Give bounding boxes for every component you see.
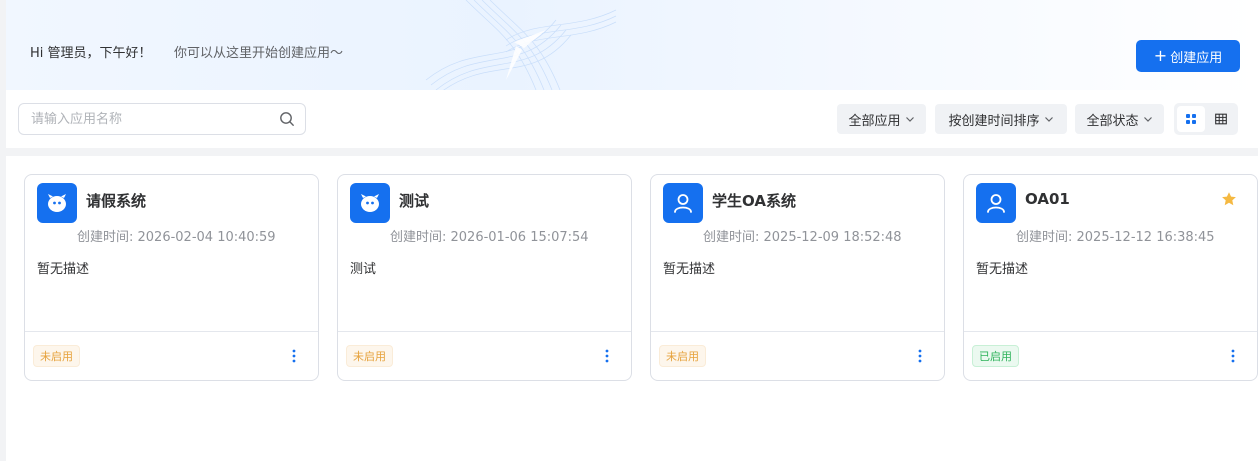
card-title[interactable]: 测试 <box>399 190 429 211</box>
app-icon <box>37 183 77 223</box>
card-created-time: 创建时间: 2025-12-09 18:52:48 <box>703 230 902 245</box>
app-card[interactable]: 请假系统创建时间: 2026-02-04 10:40:59 暂无描述未启用 <box>24 174 319 381</box>
card-title[interactable]: 学生OA系统 <box>712 190 796 211</box>
card-title[interactable]: OA01 <box>1025 190 1070 208</box>
search-input[interactable] <box>31 110 271 128</box>
card-divider <box>25 331 318 332</box>
card-created-time: 创建时间: 2025-12-12 16:38:45 <box>1016 230 1215 245</box>
status-badge: 未启用 <box>33 345 80 367</box>
chevron-down-icon <box>1143 117 1152 122</box>
card-divider <box>651 331 944 332</box>
view-toggle <box>1174 103 1238 135</box>
app-card-list: 请假系统 创建时间: 2026-02-04 10:40:59 暂无描述 未启用 测试 创建… <box>6 156 1258 461</box>
card-description: 测试 <box>350 262 377 277</box>
app-card[interactable]: 测试 创建时间: 2026-01-06 15:07:54 测试 未启用 <box>337 174 632 381</box>
banner-subtitle: 你可以从这里开始创建应用～ <box>174 46 344 61</box>
card-created-time: 创建时间: 2026-02-04 10:40:59 <box>77 230 276 245</box>
card-description: 暂无描述 <box>976 262 1029 277</box>
card-divider <box>338 331 631 332</box>
card-view-button[interactable] <box>1177 106 1205 132</box>
welcome-banner: Hi 管理员，下午好！ 你可以从这里开始创建应用～ + 创建应用 <box>6 0 1258 90</box>
banner-decoration <box>425 0 617 90</box>
app-icon <box>350 183 390 223</box>
status-badge: 已启用 <box>972 345 1019 367</box>
filter-app-type[interactable]: 全部应用 <box>837 104 926 134</box>
status-badge: 未启用 <box>346 345 393 367</box>
greeting-text: Hi 管理员，下午好！ <box>30 46 152 61</box>
app-page: Hi 管理员，下午好！ 你可以从这里开始创建应用～ + 创建应用 全部应用 按创… <box>0 0 1258 461</box>
status-badge: 未启用 <box>659 345 706 367</box>
more-icon[interactable] <box>1225 347 1241 365</box>
filter-sort[interactable]: 按创建时间排序 <box>935 104 1067 134</box>
plus-icon: + <box>1153 46 1168 65</box>
bot-icon <box>357 190 383 216</box>
filter-status-label: 全部状态 <box>1086 113 1139 129</box>
search-box <box>18 103 306 135</box>
filter-status[interactable]: 全部状态 <box>1075 104 1164 134</box>
filter-app-type-label: 全部应用 <box>848 113 901 129</box>
chevron-down-icon <box>1044 117 1053 122</box>
more-icon[interactable] <box>599 347 615 365</box>
user-icon <box>670 190 696 216</box>
create-app-label: 创建应用 <box>1170 50 1223 66</box>
table-view-button[interactable] <box>1207 106 1235 132</box>
app-card[interactable]: OA01 创建时间: 2025-12-12 16:38:45 暂无描述已启用 <box>963 174 1258 381</box>
table-icon <box>1215 113 1227 125</box>
search-icon[interactable] <box>279 111 295 131</box>
filter-sort-label: 按创建时间排序 <box>948 113 1040 129</box>
card-description: 暂无描述 <box>663 262 716 277</box>
more-icon[interactable] <box>286 347 302 365</box>
app-icon <box>663 183 703 223</box>
card-created-time: 创建时间: 2026-01-06 15:07:54 <box>390 230 589 245</box>
user-icon <box>983 190 1009 216</box>
card-divider <box>964 331 1257 332</box>
bot-icon <box>44 190 70 216</box>
app-icon <box>976 183 1016 223</box>
app-card[interactable]: 学生OA系统创建时间: 2025-12-09 18:52:48 暂无描述未启用 <box>650 174 945 381</box>
card-title[interactable]: 请假系统 <box>86 190 146 211</box>
card-description: 暂无描述 <box>37 262 90 277</box>
toolbar: 全部应用 按创建时间排序 全部状态 <box>6 90 1258 148</box>
star-icon[interactable] <box>1221 191 1237 211</box>
chevron-down-icon <box>905 117 914 122</box>
grid-icon <box>1186 114 1196 124</box>
create-app-button[interactable]: + 创建应用 <box>1136 40 1240 72</box>
more-icon[interactable] <box>912 347 928 365</box>
